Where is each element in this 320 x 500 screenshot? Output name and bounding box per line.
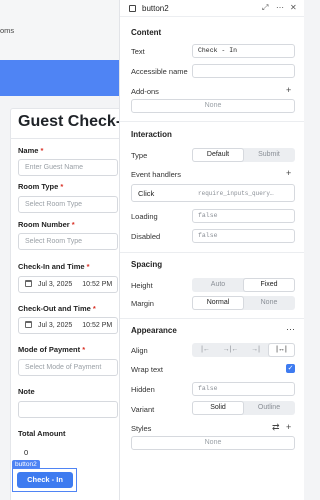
disabled-label: Disabled xyxy=(131,232,161,241)
align-right-icon[interactable]: →| xyxy=(243,344,268,356)
component-name[interactable]: button2 xyxy=(142,4,169,13)
align-left-icon[interactable]: |← xyxy=(193,344,218,356)
margin-toggle: Normal None xyxy=(192,296,295,310)
check-in-button[interactable]: Check - In xyxy=(17,472,73,488)
spacing-section-title[interactable]: Spacing xyxy=(131,260,162,269)
type-toggle: Default Submit xyxy=(192,148,295,162)
addons-list: None xyxy=(131,99,295,113)
loading-input[interactable]: false xyxy=(192,209,295,223)
add-addon-icon[interactable]: + xyxy=(286,85,291,95)
component-icon xyxy=(129,5,136,12)
variant-label: Variant xyxy=(131,405,155,414)
event-handlers-label: Event handlers xyxy=(131,170,182,179)
more-icon[interactable]: ⋯ xyxy=(276,3,284,12)
height-option-auto[interactable]: Auto xyxy=(193,279,243,291)
canvas-topbar: oms xyxy=(0,0,119,60)
disabled-input[interactable]: false xyxy=(192,229,295,243)
payment-mode-select[interactable]: Select Mode of Payment xyxy=(18,359,118,376)
header-banner xyxy=(0,60,119,96)
type-label: Type xyxy=(131,151,148,160)
inspector-header: button2 ⤢ ⋯ ✕ xyxy=(120,0,304,17)
close-icon[interactable]: ✕ xyxy=(290,3,297,12)
align-center-icon[interactable]: →|← xyxy=(218,344,243,356)
add-event-handler-icon[interactable]: + xyxy=(286,168,291,178)
variant-option-solid[interactable]: Solid xyxy=(193,402,243,414)
handler-event: Click xyxy=(138,189,155,198)
reset-styles-icon[interactable]: ⇄ xyxy=(272,422,280,433)
variant-toggle: Solid Outline xyxy=(192,401,295,415)
guest-name-input[interactable]: Enter Guest Name xyxy=(18,159,118,176)
hidden-label: Hidden xyxy=(131,385,155,394)
text-input[interactable]: Check - In xyxy=(192,44,295,58)
calendar-icon xyxy=(25,280,32,287)
height-toggle: Auto Fixed xyxy=(192,278,295,292)
interaction-section-title[interactable]: Interaction xyxy=(131,130,172,139)
total-amount-value: 0 xyxy=(24,448,29,457)
name-label: Name * xyxy=(18,146,44,155)
margin-option-none[interactable]: None xyxy=(244,297,294,309)
handler-action: require_inputs_query… xyxy=(198,190,274,197)
section-divider xyxy=(120,318,304,319)
room-type-label: Room Type * xyxy=(18,182,64,191)
accessible-name-input[interactable] xyxy=(192,64,295,78)
total-amount-label: Total Amount xyxy=(18,429,66,438)
check-out-label: Check-Out and Time * xyxy=(18,304,96,313)
breadcrumb: oms xyxy=(0,26,15,35)
note-label: Note xyxy=(18,387,35,396)
check-out-datetime-input[interactable]: Jul 3, 2025 10:52 PM xyxy=(18,317,118,334)
text-label: Text xyxy=(131,47,145,56)
content-section-title[interactable]: Content xyxy=(131,28,161,37)
room-number-label: Room Number * xyxy=(18,220,75,229)
check-in-datetime-input[interactable]: Jul 3, 2025 10:52 PM xyxy=(18,276,118,293)
type-option-default[interactable]: Default xyxy=(193,149,243,161)
height-label: Height xyxy=(131,281,153,290)
type-option-submit[interactable]: Submit xyxy=(244,149,294,161)
loading-label: Loading xyxy=(131,212,158,221)
variant-option-outline[interactable]: Outline xyxy=(244,402,294,414)
margin-label: Margin xyxy=(131,299,154,308)
align-stretch-icon[interactable]: |↔| xyxy=(269,344,294,356)
expand-icon[interactable]: ⤢ xyxy=(262,3,268,13)
height-option-fixed[interactable]: Fixed xyxy=(244,279,294,291)
appearance-more-icon[interactable]: ⋯ xyxy=(286,324,295,335)
room-number-select[interactable]: Select Room Type xyxy=(18,233,118,250)
calendar-icon xyxy=(25,321,32,328)
check-in-label: Check-In and Time * xyxy=(18,262,90,271)
align-label: Align xyxy=(131,346,148,355)
appearance-section-title[interactable]: Appearance xyxy=(131,326,177,335)
title-divider xyxy=(10,138,119,139)
add-style-icon[interactable]: + xyxy=(286,422,291,432)
event-handler-row[interactable]: Click require_inputs_query… xyxy=(131,184,295,202)
inspector-panel: button2 ⤢ ⋯ ✕ Content Text Check - In Ac… xyxy=(119,0,304,500)
accessible-name-label: Accessible name xyxy=(131,67,188,76)
addons-label: Add-ons xyxy=(131,87,159,96)
section-divider xyxy=(120,252,304,253)
room-type-select[interactable]: Select Room Type xyxy=(18,196,118,213)
wrap-text-label: Wrap text xyxy=(131,365,163,374)
form-title: Guest Check-In xyxy=(18,113,119,130)
styles-list: None xyxy=(131,436,295,450)
align-toggle: |← →|← →| |↔| xyxy=(192,343,295,357)
app-canvas: oms Guest Check-In Name * Enter Guest Na… xyxy=(0,0,119,500)
styles-label: Styles xyxy=(131,424,152,433)
note-input[interactable] xyxy=(18,401,118,418)
section-divider xyxy=(120,121,304,122)
wrap-text-checkbox[interactable]: ✓ xyxy=(286,364,295,373)
margin-option-normal[interactable]: Normal xyxy=(193,297,243,309)
payment-mode-label: Mode of Payment * xyxy=(18,345,86,354)
hidden-input[interactable]: false xyxy=(192,382,295,396)
